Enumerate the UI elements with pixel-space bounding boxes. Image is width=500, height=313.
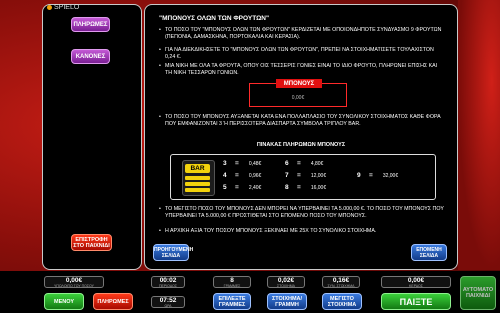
next-label-2: ΣΕΛΙΔΑ xyxy=(419,253,439,259)
paytable-title: ΠΙΝΑΚΑΣ ΠΛΗΡΩΜΩΝ ΜΠΟΝΟΥΣ xyxy=(256,142,346,148)
win-display: 0,00€ ΚΕΡΔΟΣ xyxy=(381,276,451,288)
bet-per-line-value: 0,02€ xyxy=(277,277,295,284)
rule-item: • ΤΟ ΠΟΣΟ ΤΟΥ "ΜΠΟΝΟΥΣ ΟΛΩΝ ΤΩΝ ΦΡΟΥΤΩΝ" … xyxy=(159,27,445,40)
bonus-display: ΜΠΟΝΟΥΣ 0,00€ xyxy=(249,79,347,107)
bet-line-label-2: ΓΡΑΜΜΗ xyxy=(275,301,299,308)
rule-item: • ΤΟ ΜΕΓΙΣΤΟ ΠΟΣΟ ΤΟΥ ΜΠΟΝΟΥΣ ΔΕΝ ΜΠΟΡΕΙ … xyxy=(159,206,444,219)
rules-panel: "ΜΠΟΝΟΥΣ ΟΛΩΝ ΤΩΝ ΦΡΟΥΤΩΝ" • ΤΟ ΠΟΣΟ ΤΟΥ … xyxy=(144,4,458,270)
win-caption: ΚΕΡΔΟΣ xyxy=(409,284,423,288)
session-time-caption: ΠΕΡΙΟΔΟΣ xyxy=(159,284,177,288)
clock-caption: ΩΡΑ xyxy=(164,304,172,308)
bonus-value: 0,00€ xyxy=(291,95,305,101)
brand-label: SPIELO xyxy=(54,4,80,11)
payout-row: 4 = 0,96€ xyxy=(223,172,262,179)
payout-row: 5 = 2,40€ xyxy=(223,184,262,191)
previous-page-button[interactable]: ΠΡΟΗΓΟΥΜΕΝΗ ΣΕΛΙΔΑ xyxy=(153,244,193,261)
return-to-game-button[interactable]: ΕΠΙΣΤΡΟΦΗ ΣΤΟ ΠΑΙΧΝΙΔΙ xyxy=(71,234,112,251)
payout-row: 7 = 12,00€ xyxy=(285,172,327,179)
select-lines-label-2: ΓΡΑΜΜΕΣ xyxy=(218,301,246,308)
rule-text: ΜΙΑ ΝΙΚΗ ΜΕ ΟΛΑ ΤΑ ΦΡΟΥΤΑ, ΟΠΟΥ ΟΙΣ ΤΕΣΣ… xyxy=(165,63,438,76)
payout-row: 9 = 32,00€ xyxy=(357,172,399,179)
payout-row: 8 = 16,00€ xyxy=(285,184,327,191)
rules-menu-button[interactable]: ΚΑΝΟΝΕΣ xyxy=(71,49,110,64)
rule-item: • ΓΙΑ ΝΑ ΔΙΕΚΔΙΚΗΣΕΤΕ ΤΟ "ΜΠΟΝΟΥΣ ΟΛΩΝ ΤΩ… xyxy=(159,47,445,60)
lines-display: 8 ΓΡΑΜΜΕΣ xyxy=(213,276,251,288)
clock-display: 07:52 ΩΡΑ xyxy=(151,296,185,308)
balance-caption: ΥΠΟΛΟΙΠΟ ΤΟΥ ΠΟΣΟΥ xyxy=(54,284,94,288)
rule-item: • ΜΙΑ ΝΙΚΗ ΜΕ ΟΛΑ ΤΑ ΦΡΟΥΤΑ, ΟΠΟΥ ΟΙΣ ΤΕΣ… xyxy=(159,63,445,76)
autoplay-button[interactable]: ΑΥΤΟΜΑΤΟ ΠΑΙΧΝΙΔΙ xyxy=(460,276,496,310)
triple-bar-symbol-icon: BAR xyxy=(182,160,215,196)
play-button[interactable]: ΠΑΙΞΤΕ xyxy=(381,293,451,310)
select-lines-button[interactable]: ΕΠΙΛΕΞΤΕ ΓΡΑΜΜΕΣ xyxy=(213,293,251,310)
rule-text: ΤΟ ΠΟΣΟ ΤΟΥ "ΜΠΟΝΟΥΣ ΟΛΩΝ ΤΩΝ ΦΡΟΥΤΩΝ" Κ… xyxy=(165,27,442,40)
max-bet-label-2: ΣΤΟΙΧΗΜΑ xyxy=(327,301,357,308)
bet-per-line-button[interactable]: ΣΤΟΙΧΗΜΑ/ ΓΡΑΜΜΗ xyxy=(267,293,307,310)
bet-per-line-caption: ΣΤΟΙΧΗΜΑ xyxy=(276,284,296,288)
clock-value: 07:52 xyxy=(159,297,177,304)
total-bet-value: 0,16€ xyxy=(332,277,350,284)
payout-row: 3 = 0,48€ xyxy=(223,160,262,167)
next-page-button[interactable]: ΕΠΟΜΕΝΗ ΣΕΛΙΔΑ xyxy=(411,244,447,261)
brand-logo: SPIELO xyxy=(47,4,79,11)
payout-row: 6 = 4,80€ xyxy=(285,160,324,167)
balance-display: 0,00€ ΥΠΟΛΟΙΠΟ ΤΟΥ ΠΟΣΟΥ xyxy=(44,276,104,288)
rule-text: ΤΟ ΜΕΓΙΣΤΟ ΠΟΣΟ ΤΟΥ ΜΠΟΝΟΥΣ ΔΕΝ ΜΠΟΡΕΙ Ν… xyxy=(165,206,444,219)
lines-caption: ΓΡΑΜΜΕΣ xyxy=(223,284,241,288)
prev-label-2: ΣΕΛΙΔΑ xyxy=(161,253,181,259)
menu-button[interactable]: ΜΕΝΟΥ xyxy=(44,293,84,310)
logo-icon xyxy=(47,5,52,10)
paytable-menu-button[interactable]: ΠΛΗΡΩΜΕΣ xyxy=(71,17,110,32)
rules-title: "ΜΠΟΝΟΥΣ ΟΛΩΝ ΤΩΝ ΦΡΟΥΤΩΝ" xyxy=(159,15,270,22)
bonus-label: ΜΠΟΝΟΥΣ xyxy=(276,79,322,88)
win-value: 0,00€ xyxy=(407,277,425,284)
lines-value: 8 xyxy=(230,277,234,284)
autoplay-label-2: ΠΑΙΧΝΙΔΙ xyxy=(465,293,491,299)
bonus-paytable: BAR 3 = 0,48€ 4 = 0,96€ 5 = 2,40€ 6 = 4,80€ … xyxy=(170,154,436,200)
session-time-value: 00:02 xyxy=(159,277,177,284)
rule-text: Η ΑΡΧΙΚΗ ΑΞΙΑ ΤΟΥ ΠΟΣΟΥ ΜΠΟΝΟΥΣ ΞΕΚΙΝΑΕΙ… xyxy=(165,228,377,234)
total-bet-display: 0,16€ ΣΥΝ. ΣΤΟΙΧΗΜΑ xyxy=(322,276,360,288)
bet-per-line-display: 0,02€ ΣΤΟΙΧΗΜΑ xyxy=(267,276,305,288)
total-bet-caption: ΣΥΝ. ΣΤΟΙΧΗΜΑ xyxy=(327,284,355,288)
balance-value: 0,00€ xyxy=(65,277,83,284)
max-bet-button[interactable]: ΜΕΓΙΣΤΟ ΣΤΟΙΧΗΜΑ xyxy=(322,293,362,310)
rule-item: • Η ΑΡΧΙΚΗ ΑΞΙΑ ΤΟΥ ΠΟΣΟΥ ΜΠΟΝΟΥΣ ΞΕΚΙΝΑΕ… xyxy=(159,228,445,235)
paytable-button[interactable]: ΠΛΗΡΩΜΕΣ xyxy=(93,293,133,310)
background-right xyxy=(458,0,500,270)
return-label-2: ΣΤΟ ΠΑΙΧΝΙΔΙ xyxy=(73,243,110,249)
session-time-display: 00:02 ΠΕΡΙΟΔΟΣ xyxy=(151,276,185,288)
rule-item: • ΤΟ ΠΟΣΟ ΤΟΥ ΜΠΟΝΟΥΣ ΑΥΞΑΝΕΤΑΙ ΚΑΤΑ ΕΝΑ … xyxy=(159,114,445,127)
rule-text: ΤΟ ΠΟΣΟ ΤΟΥ ΜΠΟΝΟΥΣ ΑΥΞΑΝΕΤΑΙ ΚΑΤΑ ΕΝΑ Π… xyxy=(165,114,441,127)
rule-text: ΓΙΑ ΝΑ ΔΙΕΚΔΙΚΗΣΕΤΕ ΤΟ "ΜΠΟΝΟΥΣ ΟΛΩΝ ΤΩΝ… xyxy=(165,47,434,60)
bar-symbol-label: BAR xyxy=(185,164,210,173)
left-menu-panel: SPIELO ΠΛΗΡΩΜΕΣ ΚΑΝΟΝΕΣ ΕΠΙΣΤΡΟΦΗ ΣΤΟ ΠΑ… xyxy=(42,4,142,270)
